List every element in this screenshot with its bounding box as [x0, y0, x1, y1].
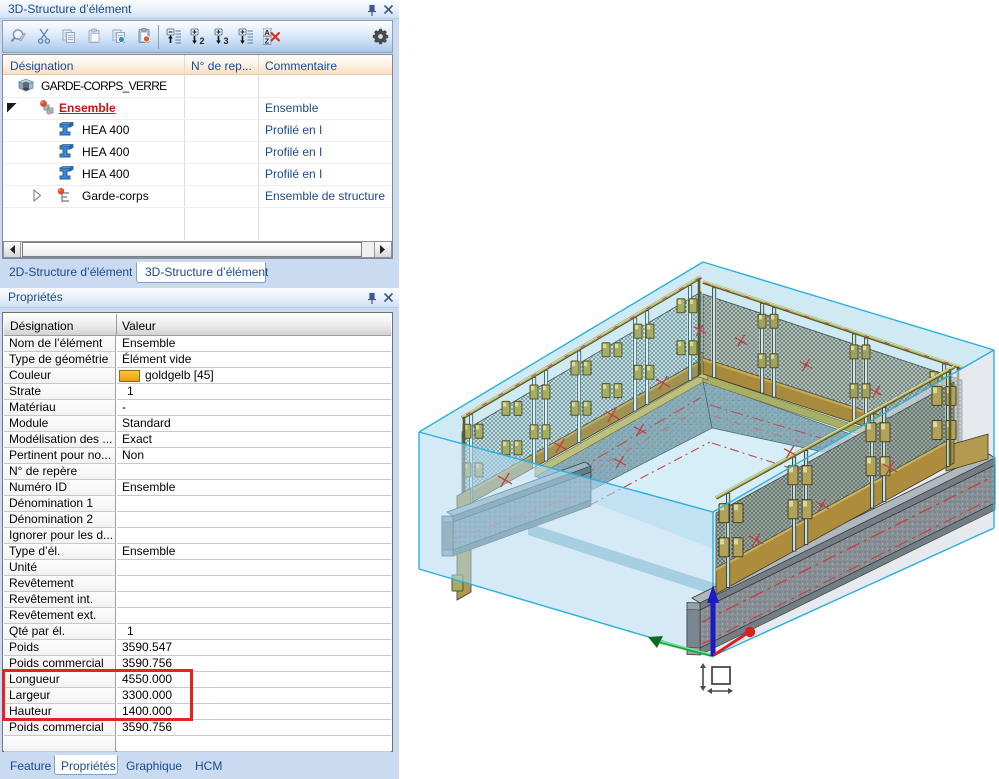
svg-text:3: 3 — [224, 36, 229, 45]
svg-text:Z: Z — [265, 37, 270, 46]
svg-text:2: 2 — [200, 36, 205, 45]
